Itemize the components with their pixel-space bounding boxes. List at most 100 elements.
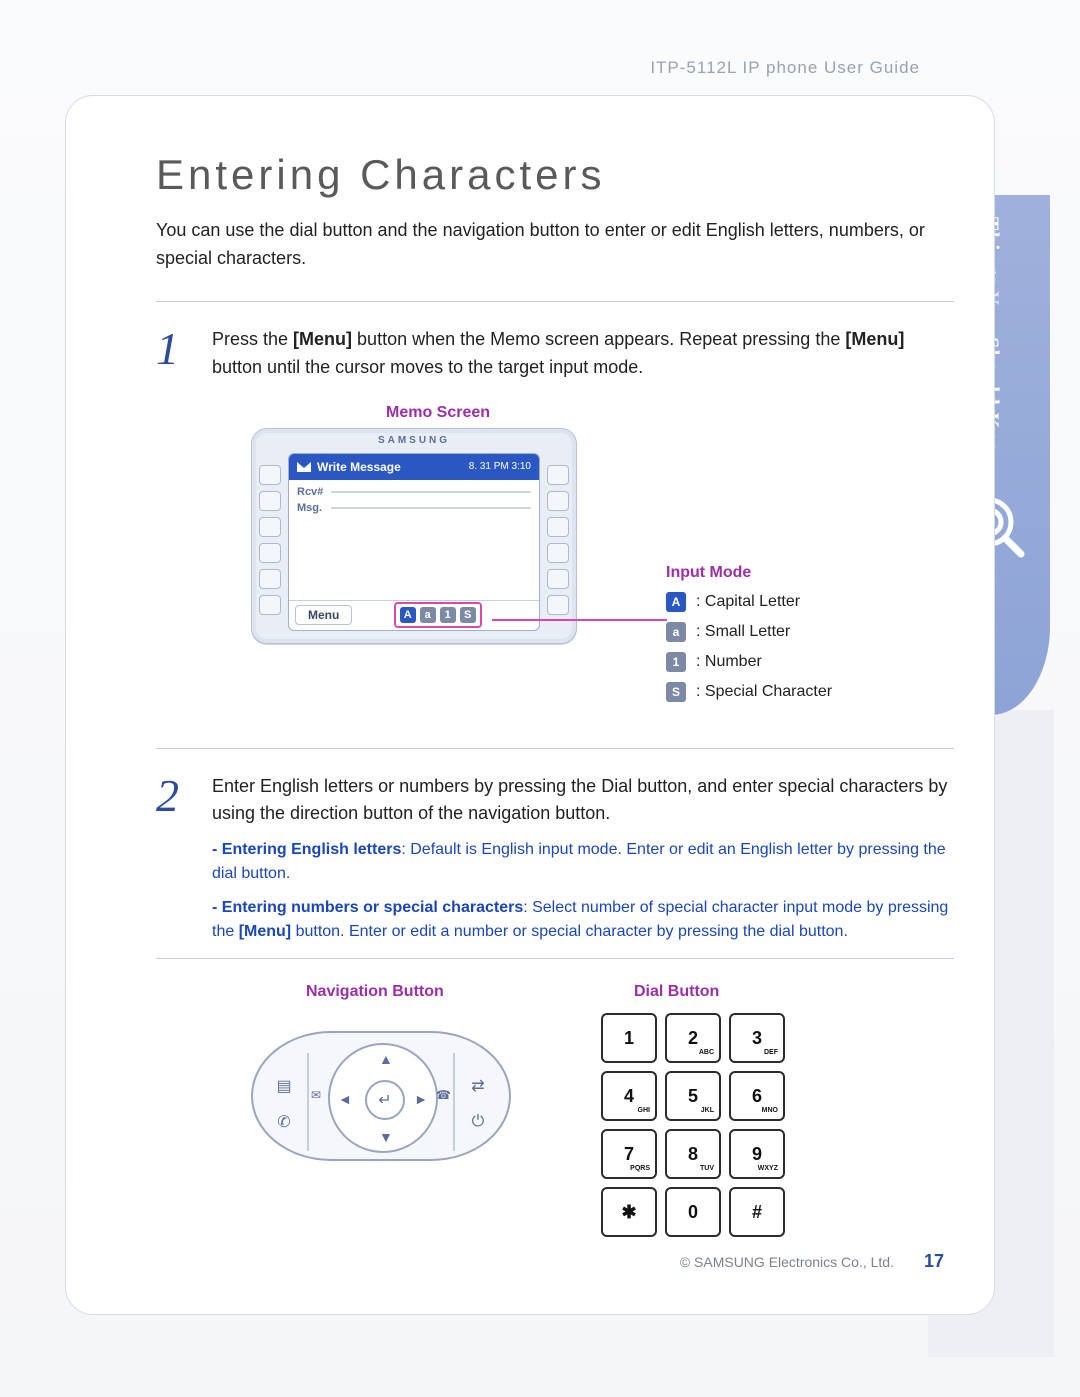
step-text: Enter English letters or numbers by pres… — [212, 776, 947, 824]
nav-slot-left-icon: ✉ — [311, 1088, 321, 1102]
step-body: Press the [Menu] button when the Memo sc… — [212, 326, 954, 382]
nav-ring: ▲ ▼ ◄ ► ↵ — [328, 1043, 438, 1153]
arrow-left-icon: ◄ — [338, 1091, 352, 1107]
softkey — [547, 569, 569, 589]
mode-badge-number: 1 — [440, 607, 456, 623]
step-sub: - Entering numbers or special characters… — [212, 896, 954, 944]
divider — [156, 958, 954, 959]
legend-label: : Small Letter — [696, 623, 790, 641]
softkey — [259, 595, 281, 615]
legend-item: a: Small Letter — [666, 622, 832, 642]
legend-item: S : Special Character — [666, 682, 832, 702]
callout-line — [492, 619, 667, 621]
device-brand: SAMSUNG — [252, 435, 576, 446]
key-3: 3DEF — [729, 1013, 785, 1063]
field-line — [331, 507, 531, 509]
step-2: 2 Enter English letters or numbers by pr… — [156, 773, 954, 945]
softkey — [547, 543, 569, 563]
content-panel: Entering Characters You can use the dial… — [65, 95, 995, 1315]
softkey — [547, 491, 569, 511]
nav-slot-right-icon: ☎ — [436, 1088, 451, 1102]
sub-bold: [Menu] — [239, 923, 291, 940]
mode-badge-small: a — [420, 607, 436, 623]
legend-label: : Capital Letter — [696, 593, 800, 611]
divider — [156, 301, 954, 302]
nav-divider — [453, 1053, 455, 1151]
input-mode-legend: Input Mode A: Capital Letter a: Small Le… — [666, 564, 832, 712]
mode-badge-capital: A — [400, 607, 416, 623]
field-line — [331, 491, 531, 493]
copyright: © SAMSUNG Electronics Co., Ltd. — [680, 1254, 894, 1270]
mode-badge-special: S — [460, 607, 476, 623]
sub-lead: - Entering numbers or special characters — [212, 899, 523, 916]
screen-body: Rcv# Msg. — [289, 480, 539, 524]
key-4: 4GHI — [601, 1071, 657, 1121]
screen-title: Write Message — [317, 460, 401, 474]
phone-device: SAMSUNG Write Message 8. 31 PM 3:10 — [251, 428, 577, 644]
screen-menubar: Menu A a 1 S — [289, 600, 539, 630]
nav-side-icon: ✆ — [267, 1097, 301, 1147]
arrow-up-icon: ▲ — [379, 1051, 393, 1067]
legend-label: : Special Character — [696, 683, 832, 701]
menu-chip: Menu — [295, 605, 352, 625]
step-sub: - Entering English letters: Default is E… — [212, 838, 954, 886]
step-1: 1 Press the [Menu] button when the Memo … — [156, 326, 954, 382]
softkey — [259, 543, 281, 563]
key-9: 9WXYZ — [729, 1129, 785, 1179]
key-7: 7PQRS — [601, 1129, 657, 1179]
badge-capital-icon: A — [666, 592, 686, 612]
dial-pad: 1 2ABC 3DEF 4GHI 5JKL 6MNO 7PQRS 8TUV 9W… — [601, 1013, 785, 1237]
device-screen: Write Message 8. 31 PM 3:10 Rcv# Msg. Me… — [288, 453, 540, 631]
intro-text: You can use the dial button and the navi… — [156, 217, 954, 273]
nav-side-icon: ⏻ — [461, 1097, 495, 1147]
navigation-button-title: Navigation Button — [306, 983, 444, 1001]
field-label: Rcv# — [297, 486, 325, 498]
header-guide-title: ITP-5112L IP phone User Guide — [0, 58, 1080, 78]
softkey — [547, 517, 569, 537]
dial-button-title: Dial Button — [634, 983, 719, 1001]
arrow-down-icon: ▼ — [379, 1129, 393, 1145]
sub-lead: - Entering English letters — [212, 841, 401, 858]
key-hash: # — [729, 1187, 785, 1237]
page-footer: © SAMSUNG Electronics Co., Ltd. 17 — [66, 1251, 994, 1272]
key-0: 0 — [665, 1187, 721, 1237]
page: ITP-5112L IP phone User Guide Things You… — [0, 0, 1080, 1397]
nav-divider — [307, 1053, 309, 1151]
buttons-illustration: Navigation Button Dial Button ▤ ✆ ⇄ ⏻ ▲ … — [156, 983, 954, 1253]
softkey — [547, 595, 569, 615]
badge-number-icon: 1 — [666, 652, 686, 672]
page-title: Entering Characters — [156, 151, 954, 199]
navigation-pad: ▤ ✆ ⇄ ⏻ ▲ ▼ ◄ ► ↵ ✉ ☎ — [251, 1011, 511, 1181]
step-number: 2 — [156, 773, 188, 945]
memo-illustration: Memo Screen SAMSUNG Write Message 8. 31 — [156, 404, 954, 734]
key-8: 8TUV — [665, 1129, 721, 1179]
nav-oval: ▤ ✆ ⇄ ⏻ ▲ ▼ ◄ ► ↵ ✉ ☎ — [251, 1031, 511, 1161]
softkey — [259, 569, 281, 589]
mode-badges-highlight: A a 1 S — [394, 602, 482, 628]
step-bold: [Menu] — [293, 329, 352, 349]
step-text: Press the — [212, 329, 293, 349]
softkey — [259, 491, 281, 511]
badge-special-icon: S — [666, 682, 686, 702]
arrow-right-icon: ► — [414, 1091, 428, 1107]
step-body: Enter English letters or numbers by pres… — [212, 773, 954, 945]
softkeys-left — [259, 465, 281, 621]
legend-item: A : Capital Letter — [666, 592, 832, 612]
key-2: 2ABC — [665, 1013, 721, 1063]
legend-item: 1 : Number — [666, 652, 832, 672]
memo-title: Memo Screen — [386, 404, 490, 422]
page-number: 17 — [924, 1251, 944, 1272]
step-text: button until the cursor moves to the tar… — [212, 357, 643, 377]
softkeys-right — [547, 465, 569, 621]
softkey — [259, 465, 281, 485]
legend-label: : Number — [696, 653, 762, 671]
softkey — [259, 517, 281, 537]
step-number: 1 — [156, 326, 188, 382]
key-5: 5JKL — [665, 1071, 721, 1121]
nav-center-icon: ↵ — [365, 1080, 405, 1120]
key-6: 6MNO — [729, 1071, 785, 1121]
screen-time: 8. 31 PM 3:10 — [469, 461, 531, 472]
screen-header: Write Message 8. 31 PM 3:10 — [289, 454, 539, 480]
softkey — [547, 465, 569, 485]
key-1: 1 — [601, 1013, 657, 1063]
